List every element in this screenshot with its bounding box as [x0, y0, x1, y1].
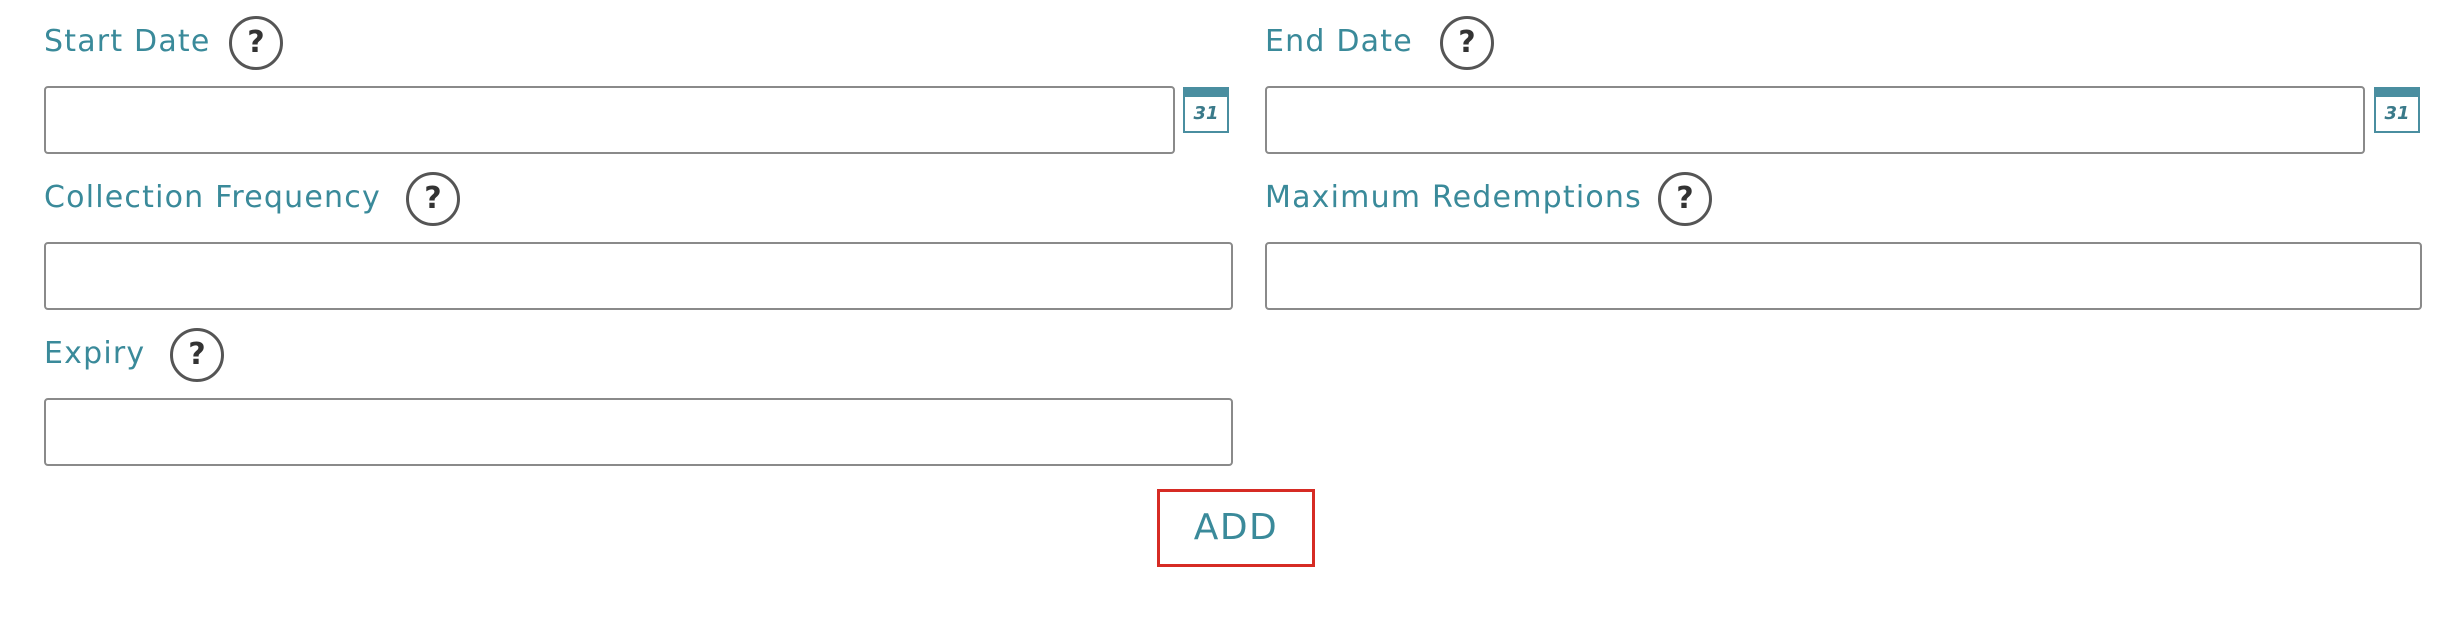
start-date-calendar-icon[interactable]: 31	[1183, 87, 1229, 133]
maximum-redemptions-help-icon[interactable]: ?	[1658, 172, 1712, 226]
maximum-redemptions-input[interactable]	[1265, 242, 2422, 310]
maximum-redemptions-label: Maximum Redemptions	[1265, 180, 1642, 215]
end-date-calendar-icon[interactable]: 31	[2374, 87, 2420, 133]
end-date-label: End Date	[1265, 24, 1413, 59]
expiry-input[interactable]	[44, 398, 1233, 466]
end-date-input[interactable]	[1265, 86, 2365, 154]
calendar-header-bar	[1183, 87, 1229, 97]
start-date-label: Start Date	[44, 24, 211, 59]
expiry-help-icon[interactable]: ?	[170, 328, 224, 382]
add-button[interactable]: ADD	[1157, 489, 1315, 567]
start-date-help-icon[interactable]: ?	[229, 16, 283, 70]
collection-frequency-input[interactable]	[44, 242, 1233, 310]
end-date-help-icon[interactable]: ?	[1440, 16, 1494, 70]
calendar-day-number: 31	[1193, 103, 1219, 124]
collection-frequency-label: Collection Frequency	[44, 180, 381, 215]
expiry-label: Expiry	[44, 336, 146, 371]
collection-frequency-help-icon[interactable]: ?	[406, 172, 460, 226]
calendar-header-bar	[2374, 87, 2420, 97]
calendar-day-number: 31	[2384, 103, 2410, 124]
start-date-input[interactable]	[44, 86, 1175, 154]
